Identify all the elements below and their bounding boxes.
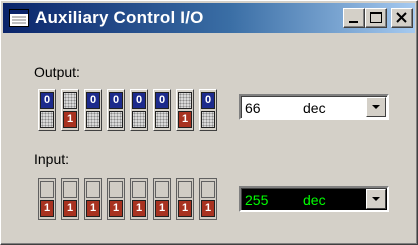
input-format: dec bbox=[303, 192, 326, 208]
input-format-dropdown[interactable] bbox=[366, 189, 386, 209]
output-label: Output: bbox=[34, 64, 80, 80]
output-format: dec bbox=[303, 100, 326, 116]
input-bit-value: 1 bbox=[132, 200, 146, 217]
input-bit-cap bbox=[63, 181, 77, 198]
input-bit-0: 1 bbox=[38, 178, 56, 220]
input-bit-6: 1 bbox=[176, 178, 194, 220]
close-icon bbox=[396, 12, 407, 23]
output-bit-one-indicator bbox=[40, 111, 54, 128]
minimize-button[interactable] bbox=[343, 8, 365, 28]
output-bit-one-indicator bbox=[132, 111, 146, 128]
output-bit-one-indicator: 1 bbox=[178, 111, 192, 128]
input-bit-value: 1 bbox=[201, 200, 215, 217]
maximize-icon bbox=[370, 12, 382, 23]
input-bit-2: 1 bbox=[84, 178, 102, 220]
input-bit-cap bbox=[155, 181, 169, 198]
input-value: 255 bbox=[245, 192, 269, 208]
close-button[interactable] bbox=[391, 8, 413, 28]
maximize-button[interactable] bbox=[365, 8, 387, 28]
output-bit-one-indicator: 1 bbox=[63, 111, 77, 128]
input-bit-4: 1 bbox=[130, 178, 148, 220]
output-bit-2[interactable]: 0 bbox=[84, 89, 102, 131]
output-value: 66 bbox=[245, 100, 261, 116]
output-bit-zero-indicator: 0 bbox=[132, 92, 146, 109]
output-bit-0[interactable]: 0 bbox=[38, 89, 56, 131]
input-bit-3: 1 bbox=[107, 178, 125, 220]
output-bit-4[interactable]: 0 bbox=[130, 89, 148, 131]
output-bit-one-indicator bbox=[201, 111, 215, 128]
input-bit-value: 1 bbox=[109, 200, 123, 217]
output-bit-zero-indicator: 0 bbox=[40, 92, 54, 109]
input-bit-5: 1 bbox=[153, 178, 171, 220]
output-bit-one-indicator bbox=[109, 111, 123, 128]
output-format-dropdown[interactable] bbox=[366, 97, 386, 117]
output-bit-5[interactable]: 0 bbox=[153, 89, 171, 131]
input-bit-value: 1 bbox=[155, 200, 169, 217]
chevron-down-icon bbox=[372, 105, 380, 109]
input-bit-cap bbox=[40, 181, 54, 198]
output-bit-3[interactable]: 0 bbox=[107, 89, 125, 131]
output-bit-one-indicator bbox=[155, 111, 169, 128]
output-value-combo[interactable]: 66 dec bbox=[239, 94, 389, 120]
input-bit-cap bbox=[132, 181, 146, 198]
output-bit-zero-indicator: 0 bbox=[109, 92, 123, 109]
input-bit-1: 1 bbox=[61, 178, 79, 220]
input-bit-cap bbox=[178, 181, 192, 198]
input-bit-value: 1 bbox=[178, 200, 192, 217]
output-bit-zero-indicator bbox=[63, 92, 77, 109]
input-bit-value: 1 bbox=[63, 200, 77, 217]
minimize-icon bbox=[349, 21, 358, 23]
input-bit-7: 1 bbox=[199, 178, 217, 220]
input-bit-cap bbox=[109, 181, 123, 198]
input-label: Input: bbox=[34, 151, 70, 167]
output-bit-one-indicator bbox=[86, 111, 100, 128]
output-bit-zero-indicator: 0 bbox=[86, 92, 100, 109]
aux-control-window: Auxiliary Control I/O Output: 01000010 6… bbox=[0, 0, 418, 245]
output-bit-7[interactable]: 0 bbox=[199, 89, 217, 131]
output-bit-zero-indicator: 0 bbox=[155, 92, 169, 109]
title-bar[interactable]: Auxiliary Control I/O bbox=[3, 3, 415, 33]
window-icon bbox=[9, 9, 29, 32]
chevron-down-icon bbox=[372, 197, 380, 201]
output-bit-zero-indicator bbox=[178, 92, 192, 109]
window-title: Auxiliary Control I/O bbox=[35, 8, 204, 27]
input-bit-value: 1 bbox=[40, 200, 54, 217]
input-bit-cap bbox=[201, 181, 215, 198]
output-bit-1[interactable]: 1 bbox=[61, 89, 79, 131]
input-value-combo[interactable]: 255 dec bbox=[239, 186, 389, 212]
input-bit-value: 1 bbox=[86, 200, 100, 217]
output-bit-zero-indicator: 0 bbox=[201, 92, 215, 109]
input-bit-cap bbox=[86, 181, 100, 198]
output-bit-6[interactable]: 1 bbox=[176, 89, 194, 131]
